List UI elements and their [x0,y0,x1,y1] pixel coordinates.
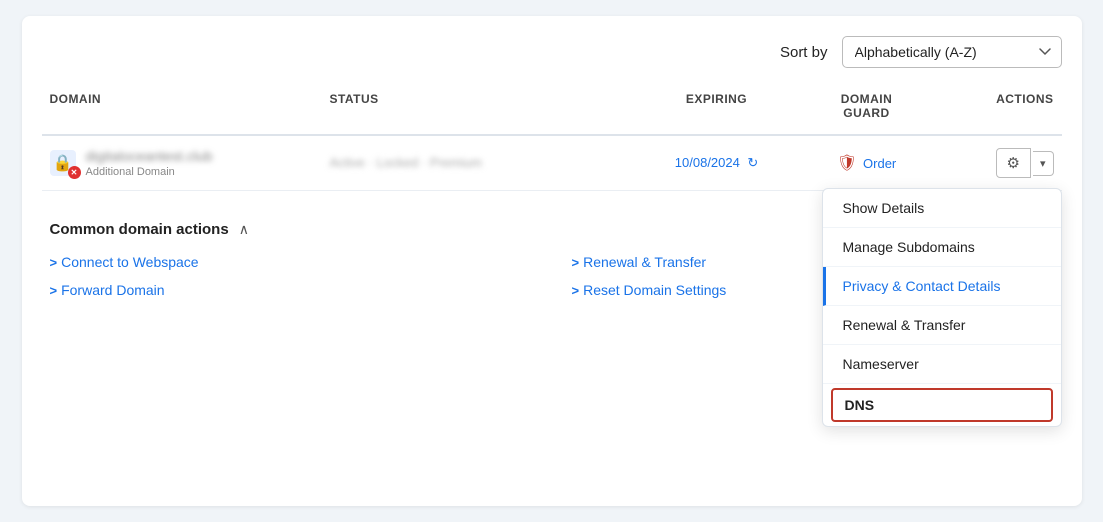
sort-select[interactable]: Alphabetically (A-Z) Alphabetically (Z-A… [842,36,1062,68]
actions-cell: ⚙ ▾ [942,148,1062,178]
common-actions-title: Common domain actions [50,221,229,238]
guard-order-link[interactable]: Order [863,156,896,171]
domain-type: Additional Domain [86,166,213,178]
main-card: Sort by Alphabetically (A-Z) Alphabetica… [22,16,1082,506]
gear-button[interactable]: ⚙ [996,148,1031,178]
chevron-right-icon-4: > [572,283,580,298]
expiring-cell: 10/08/2024 ↻ [642,154,792,172]
guard-cell: 🛡 Order [792,153,942,173]
dropdown-renewal-transfer[interactable]: Renewal & Transfer [823,306,1061,345]
shield-icon: 🛡 [837,153,857,173]
domain-cell: 🔒 ✕ digitaloceantest.club Additional Dom… [42,148,322,178]
dropdown-manage-subdomains[interactable]: Manage Subdomains [823,228,1061,267]
sort-label: Sort by [780,44,828,61]
chevron-up-icon[interactable]: ∧ [239,221,249,238]
refresh-icon[interactable]: ↻ [747,155,758,170]
action-forward-domain[interactable]: > Forward Domain [50,280,532,300]
dropdown-show-details[interactable]: Show Details [823,189,1061,228]
gear-caret-button[interactable]: ▾ [1033,151,1054,176]
col-header-actions: ACTIONS [942,86,1062,126]
dropdown-dns[interactable]: DNS [831,388,1053,422]
action-connect-webspace[interactable]: > Connect to Webspace [50,252,532,272]
chevron-right-icon-3: > [572,255,580,270]
col-header-guard: DOMAINGUARD [792,86,942,126]
col-header-status: STATUS [322,86,642,126]
dropdown-privacy-contact[interactable]: Privacy & Contact Details [823,267,1061,306]
lock-badge: ✕ [68,166,81,179]
chevron-right-icon-1: > [50,255,58,270]
table-header: DOMAIN STATUS EXPIRING DOMAINGUARD ACTIO… [42,86,1062,136]
lock-icon-wrap: 🔒 ✕ [50,150,76,176]
chevron-right-icon-2: > [50,283,58,298]
dropdown-menu: Show Details Manage Subdomains Privacy &… [822,188,1062,427]
sort-row: Sort by Alphabetically (A-Z) Alphabetica… [42,36,1062,68]
domain-name-block: digitaloceantest.club Additional Domain [86,148,213,178]
col-header-domain: DOMAIN [42,86,322,126]
status-blurred: Active · Locked · Premium [330,155,482,170]
status-cell: Active · Locked · Premium [322,154,642,172]
expiring-date: 10/08/2024 [675,155,740,170]
domain-name: digitaloceantest.club [86,148,213,164]
table-row: 🔒 ✕ digitaloceantest.club Additional Dom… [42,136,1062,191]
dropdown-nameserver[interactable]: Nameserver [823,345,1061,384]
col-header-expiring: EXPIRING [642,86,792,126]
